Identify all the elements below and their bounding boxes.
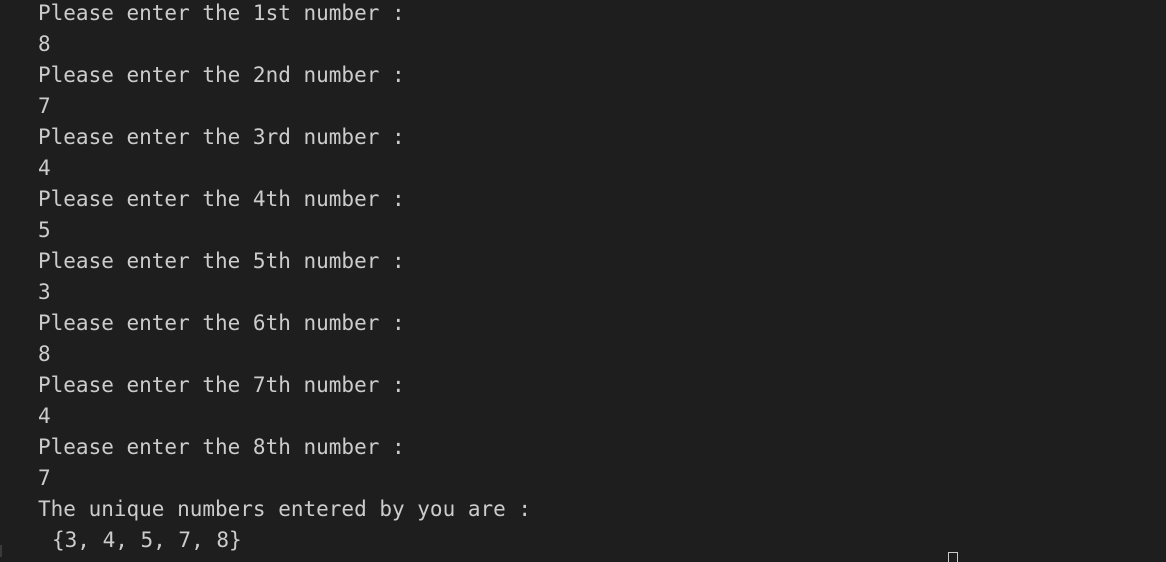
input-value: 3 [38, 280, 51, 304]
prompt-line: Please enter the 6th number : [38, 311, 405, 335]
gutter-marker [0, 545, 2, 557]
result-set: {3, 4, 5, 7, 8} [52, 528, 242, 552]
input-value: 8 [38, 32, 51, 56]
prompt-line: Please enter the 7th number : [38, 373, 405, 397]
input-value: 7 [38, 466, 51, 490]
input-value: 7 [38, 94, 51, 118]
terminal-panel[interactable]: Please enter the 1st number : 8 Please e… [0, 0, 1166, 562]
terminal-output: Please enter the 1st number : 8 Please e… [38, 0, 531, 556]
input-value: 5 [38, 218, 51, 242]
input-value: 4 [38, 404, 51, 428]
prompt-line: Please enter the 1st number : [38, 1, 405, 25]
result-heading: The unique numbers entered by you are : [38, 497, 532, 521]
terminal-cursor [948, 552, 958, 562]
input-value: 4 [38, 156, 51, 180]
prompt-line: Please enter the 3rd number : [38, 125, 405, 149]
input-value: 8 [38, 342, 51, 366]
prompt-line: Please enter the 5th number : [38, 249, 405, 273]
prompt-line: Please enter the 8th number : [38, 435, 405, 459]
prompt-line: Please enter the 4th number : [38, 187, 405, 211]
prompt-line: Please enter the 2nd number : [38, 63, 405, 87]
